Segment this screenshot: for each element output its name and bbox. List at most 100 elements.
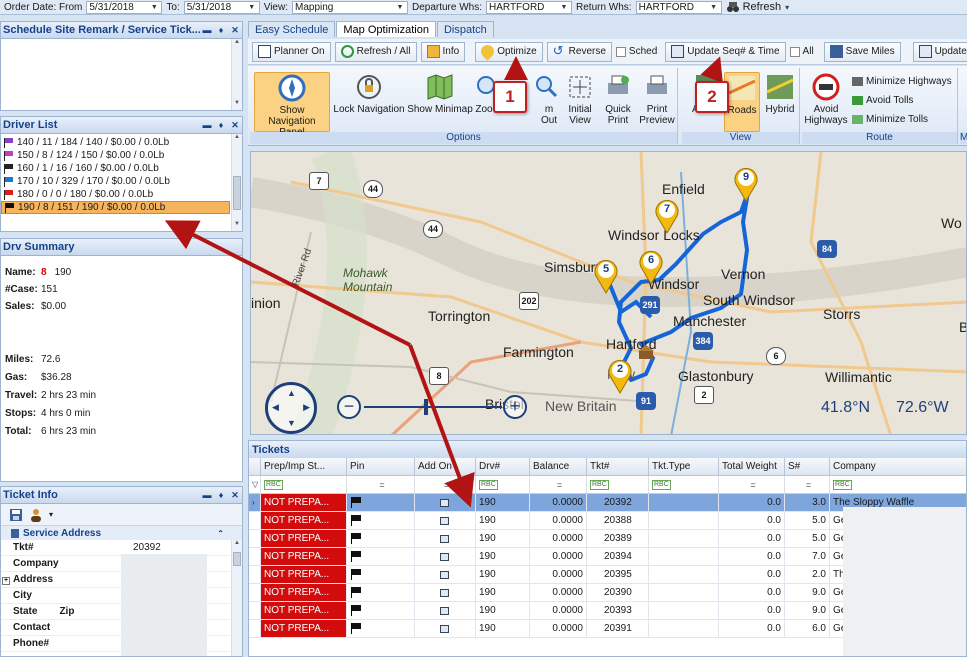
- column-header[interactable]: Add On: [415, 458, 476, 476]
- route-pin[interactable]: 7: [654, 198, 680, 234]
- order-date-from-combo[interactable]: 5/31/2018 ▼: [86, 0, 163, 14]
- close-icon[interactable]: ✕: [228, 490, 242, 501]
- scroll-down-icon[interactable]: ▼: [232, 100, 242, 110]
- roads-button[interactable]: Roads: [724, 72, 760, 132]
- optimize-button[interactable]: Optimize: [475, 41, 543, 62]
- flag-icon[interactable]: [350, 533, 362, 544]
- lock-navigation-button[interactable]: Lock Navigation: [332, 72, 406, 115]
- pin-icon[interactable]: ♦: [214, 490, 228, 500]
- column-filter-cell[interactable]: =: [785, 476, 830, 494]
- driver-list-item[interactable]: 160 / 1 / 16 / 160 / $0.00 / 0.0Lb: [1, 162, 230, 175]
- column-filter-cell[interactable]: RBC: [649, 476, 719, 494]
- scroll-thumb[interactable]: [233, 176, 241, 210]
- column-header[interactable]: S#: [785, 458, 830, 476]
- add-on-icon[interactable]: [440, 570, 449, 579]
- map-view[interactable]: 7 44 44 84 202 291 384 6 8 2 91 Enfield …: [250, 151, 967, 435]
- zoom-out-control[interactable]: −: [337, 395, 361, 419]
- pan-down-icon[interactable]: ▼: [287, 418, 296, 428]
- column-header[interactable]: Prep/Imp St...: [261, 458, 347, 476]
- column-header[interactable]: Pin: [347, 458, 415, 476]
- flag-icon[interactable]: [350, 515, 362, 526]
- update-l-button[interactable]: Update L: [912, 41, 967, 62]
- expand-icon[interactable]: +: [2, 577, 10, 585]
- route-pin[interactable]: 9: [733, 166, 759, 202]
- info-button[interactable]: Info: [420, 41, 466, 62]
- avoid-tolls-button[interactable]: Avoid Tolls: [852, 95, 913, 106]
- window-menu-icon[interactable]: ▬: [200, 120, 214, 130]
- column-filter-cell[interactable]: =: [415, 476, 476, 494]
- flag-icon[interactable]: [350, 551, 362, 562]
- flag-icon[interactable]: [350, 497, 362, 508]
- tab-map-optimization[interactable]: Map Optimization: [336, 21, 436, 37]
- flag-icon[interactable]: [350, 605, 362, 616]
- zoom-slider-thumb[interactable]: [424, 399, 428, 415]
- reverse-button[interactable]: ↺ Reverse: [546, 41, 612, 62]
- service-address-section[interactable]: Service Address ⌃: [1, 526, 242, 540]
- column-header[interactable]: Tkt.Type: [649, 458, 719, 476]
- driver-list-item[interactable]: 150 / 8 / 124 / 150 / $0.00 / 0.0Lb: [1, 149, 230, 162]
- zoom-slider-track[interactable]: [364, 406, 502, 408]
- pin-icon[interactable]: ♦: [214, 120, 228, 130]
- column-header[interactable]: Total Weight: [719, 458, 785, 476]
- column-filter-cell[interactable]: RBC: [476, 476, 530, 494]
- column-filter-cell[interactable]: =: [347, 476, 415, 494]
- driver-list-item[interactable]: 180 / 0 / 0 / 180 / $0.00 / 0.0Lb: [1, 188, 230, 201]
- order-date-to-combo[interactable]: 5/31/2018 ▼: [183, 0, 260, 14]
- column-filter-cell[interactable]: RBC: [587, 476, 649, 494]
- show-minimap-button[interactable]: Show Minimap: [406, 72, 474, 115]
- scroll-up-icon[interactable]: ▲: [232, 134, 242, 144]
- column-header[interactable]: Drv#: [476, 458, 530, 476]
- route-pin[interactable]: 2: [607, 358, 633, 394]
- zoom-in-control[interactable]: +: [503, 395, 527, 419]
- departure-combo[interactable]: HARTFORD ▼: [486, 0, 573, 14]
- scroll-up-icon[interactable]: ▲: [232, 540, 242, 550]
- all-checkbox[interactable]: All: [789, 46, 814, 57]
- close-icon[interactable]: ✕: [228, 25, 242, 36]
- add-on-icon[interactable]: [440, 588, 449, 597]
- save-icon[interactable]: [9, 508, 23, 522]
- remark-scrollbar[interactable]: ▲ ▼: [231, 39, 242, 110]
- close-icon[interactable]: ✕: [228, 120, 242, 131]
- column-filter-cell[interactable]: RBC: [261, 476, 347, 494]
- flag-icon[interactable]: [350, 569, 362, 580]
- planner-on-button[interactable]: Planner On: [252, 41, 331, 62]
- user-icon[interactable]: [29, 508, 43, 522]
- add-on-icon[interactable]: [440, 552, 449, 561]
- scroll-down-icon[interactable]: ▼: [232, 221, 242, 231]
- pin-icon[interactable]: ♦: [214, 25, 228, 35]
- avoid-highways-button[interactable]: Avoid Highways: [804, 72, 848, 126]
- pan-right-icon[interactable]: ▶: [303, 402, 310, 413]
- tab-easy-schedule[interactable]: Easy Schedule: [248, 21, 336, 37]
- view-combo[interactable]: Mapping ▼: [291, 0, 408, 14]
- ticket-info-scrollbar[interactable]: ▲: [231, 540, 242, 656]
- driver-list-item[interactable]: 190 / 8 / 151 / 190 / $0.00 / 0.0Lb: [1, 201, 230, 214]
- add-on-icon[interactable]: [440, 624, 449, 633]
- minimize-tolls-button[interactable]: Minimize Tolls: [852, 114, 928, 125]
- warehouse-icon[interactable]: [637, 344, 655, 360]
- pan-control[interactable]: ▲ ▼ ◀ ▶: [265, 382, 317, 434]
- driver-list-item[interactable]: 170 / 10 / 329 / 170 / $0.00 / 0.0Lb: [1, 175, 230, 188]
- flag-icon[interactable]: [350, 587, 362, 598]
- save-miles-button[interactable]: Save Miles: [823, 41, 901, 62]
- return-combo[interactable]: HARTFORD ▼: [635, 0, 722, 14]
- add-on-icon[interactable]: [440, 534, 449, 543]
- minimize-highways-button[interactable]: Minimize Highways: [852, 76, 952, 87]
- overflow-icon[interactable]: ▾: [785, 3, 789, 12]
- column-filter-cell[interactable]: =: [719, 476, 785, 494]
- flag-icon[interactable]: [350, 623, 362, 634]
- collapse-icon[interactable]: ⌃: [217, 529, 224, 538]
- pan-left-icon[interactable]: ◀: [272, 402, 279, 413]
- zoom-in-button[interactable]: Zoo: [474, 72, 495, 115]
- refresh-all-button[interactable]: Refresh / All: [334, 41, 417, 62]
- column-filter-cell[interactable]: RBC: [830, 476, 966, 494]
- route-pin[interactable]: 6: [638, 249, 664, 285]
- column-header[interactable]: Tkt#: [587, 458, 649, 476]
- add-on-icon[interactable]: [440, 516, 449, 525]
- column-filter-cell[interactable]: =: [530, 476, 587, 494]
- window-menu-icon[interactable]: ▬: [200, 490, 214, 500]
- update-seq-time-button[interactable]: Update Seq# & Time: [665, 41, 786, 62]
- add-on-icon[interactable]: [440, 606, 449, 615]
- scroll-up-icon[interactable]: ▲: [232, 39, 242, 49]
- initial-view-button[interactable]: Initial View: [562, 72, 598, 126]
- sched-checkbox[interactable]: Sched: [615, 46, 657, 57]
